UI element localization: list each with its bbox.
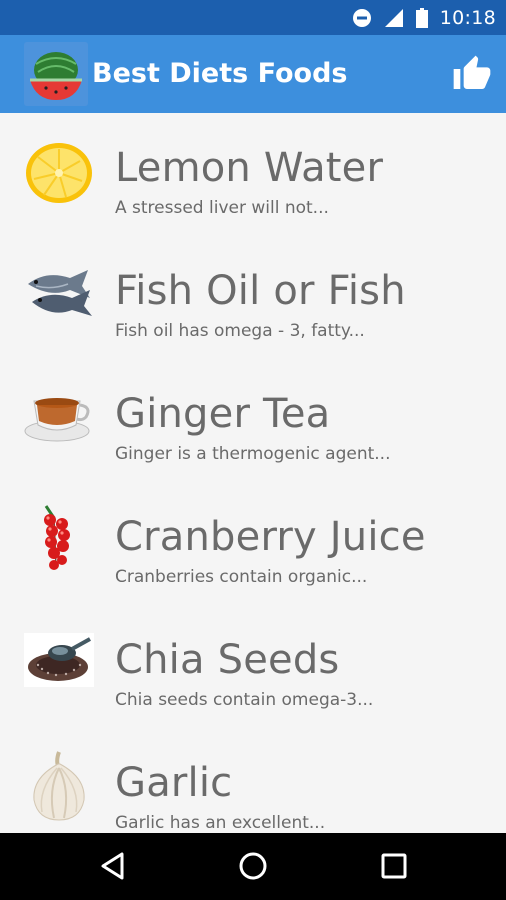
list-item[interactable]: Chia Seeds Chia seeds contain omega-3... [0,605,506,728]
fish-icon [24,258,94,328]
lemon-icon [24,137,94,207]
item-title: Fish Oil or Fish [115,268,406,314]
watermelon-logo-icon [24,42,88,106]
recents-button[interactable] [374,846,414,886]
list-item[interactable]: Garlic Garlic has an excellent... [0,728,506,833]
app-title: Best Diets Foods [92,58,348,89]
home-circle-icon [239,852,267,880]
app-bar: Best Diets Foods [0,35,506,113]
tea-cup-icon [24,381,94,451]
item-title: Chia Seeds [115,637,340,683]
item-description: Ginger is a thermogenic agent... [115,444,391,464]
battery-icon [415,7,428,28]
list-item[interactable]: Fish Oil or Fish Fish oil has omega - 3,… [0,236,506,359]
item-description: Garlic has an excellent... [115,813,326,833]
list-item[interactable]: Ginger Tea Ginger is a thermogenic agent… [0,359,506,482]
chia-seeds-icon [24,625,94,695]
list-item[interactable]: Cranberry Juice Cranberries contain orga… [0,482,506,605]
item-title: Garlic [115,760,233,806]
signal-icon [384,8,403,27]
status-time: 10:18 [439,6,496,29]
back-button[interactable] [94,846,134,886]
navigation-bar [0,833,506,900]
thumbs-up-icon [453,55,491,89]
item-title: Ginger Tea [115,391,331,437]
list-item[interactable]: Lemon Water A stressed liver will not... [0,113,506,236]
item-description: Chia seeds contain omega-3... [115,690,374,710]
item-title: Lemon Water [115,145,384,191]
item-title: Cranberry Juice [115,514,426,560]
item-description: A stressed liver will not... [115,198,329,218]
garlic-icon [24,750,94,821]
status-bar: 10:18 [0,0,506,35]
cranberry-icon [24,504,94,574]
like-button[interactable] [452,54,492,94]
do-not-disturb-icon [352,8,371,27]
item-description: Fish oil has omega - 3, fatty... [115,321,365,341]
recents-square-icon [381,853,407,879]
back-triangle-icon [101,852,124,880]
status-icons: 10:18 [352,0,496,35]
food-list[interactable]: Lemon Water A stressed liver will not...… [0,113,506,833]
item-description: Cranberries contain organic... [115,567,368,587]
home-button[interactable] [233,846,273,886]
